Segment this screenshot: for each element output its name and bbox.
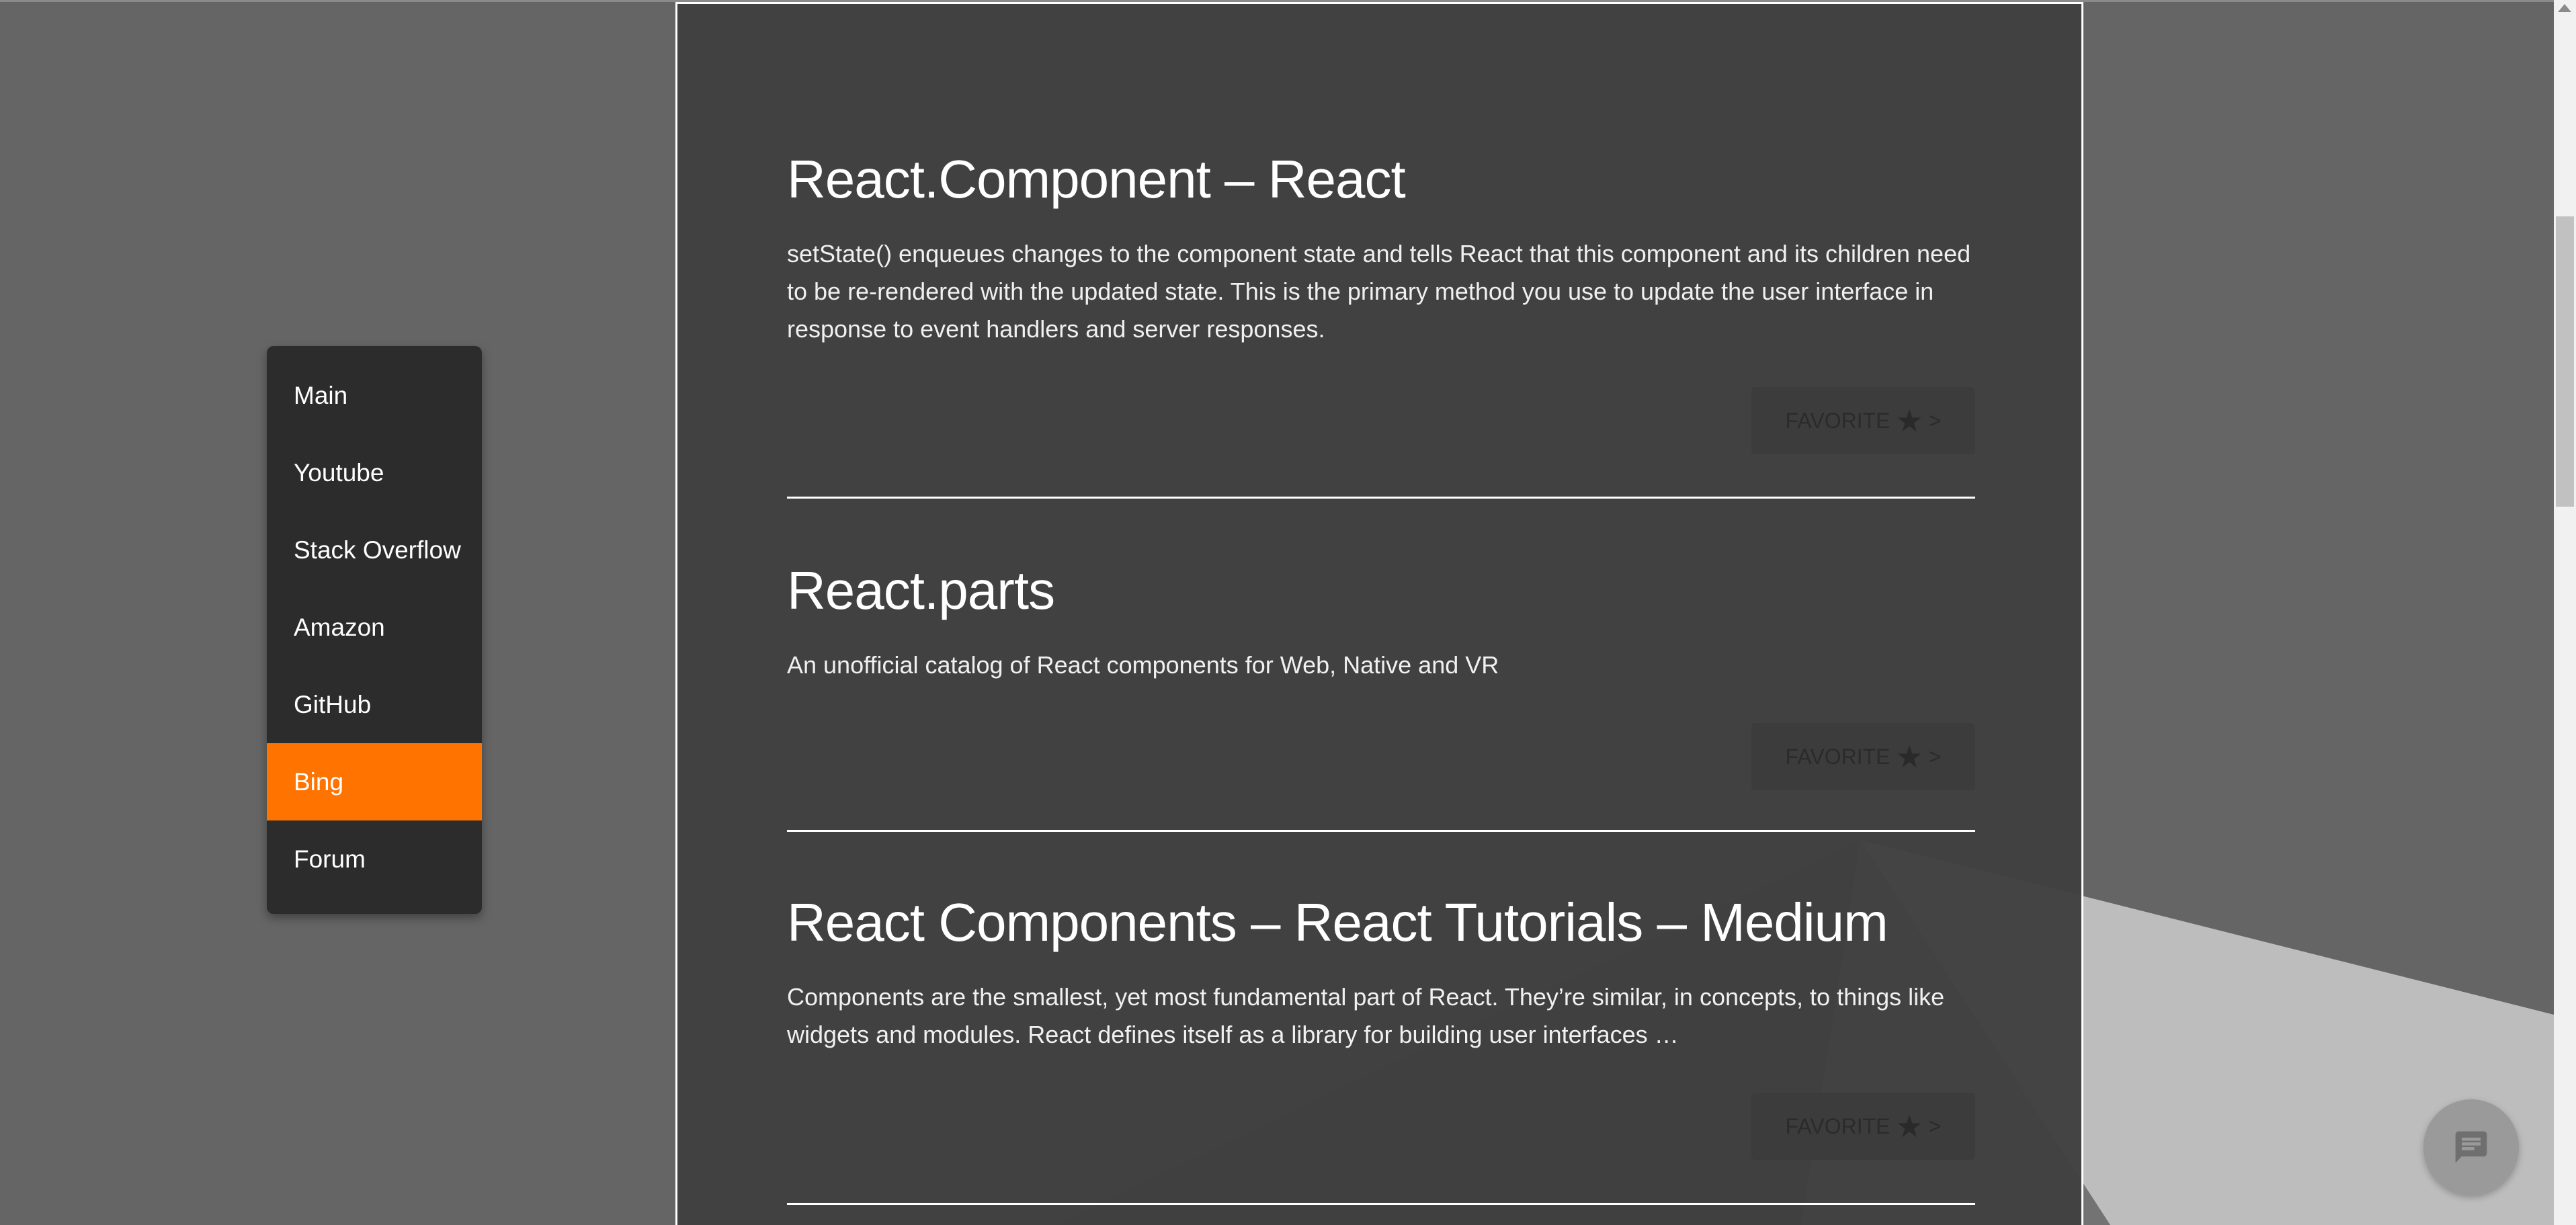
result-item: React.Component – React setState() enque…	[787, 4, 1975, 499]
favorite-button[interactable]: FAVORITE ★ >	[1751, 1093, 1975, 1160]
favorite-arrow: >	[1928, 1113, 1942, 1138]
result-title[interactable]: React.Component – React	[787, 149, 1975, 210]
scroll-up-arrow-icon[interactable]	[2558, 4, 2571, 12]
result-item: React Components – React Tutorials – Med…	[787, 832, 1975, 1205]
result-item: React.parts An unofficial catalog of Rea…	[787, 499, 1975, 832]
sidebar-item-forum[interactable]: Forum	[267, 820, 482, 898]
result-actions: FAVORITE ★ >	[787, 387, 1975, 454]
scrollbar-thumb[interactable]	[2556, 216, 2574, 507]
page: Main Youtube Stack Overflow Amazon GitHu…	[0, 0, 2576, 1225]
result-description: Components are the smallest, yet most fu…	[787, 983, 1945, 1048]
favorite-label: FAVORITE	[1785, 1113, 1891, 1138]
favorite-arrow: >	[1928, 408, 1942, 433]
favorite-button[interactable]: FAVORITE ★ >	[1751, 387, 1975, 454]
sidebar-item-amazon[interactable]: Amazon	[267, 589, 482, 666]
favorite-label: FAVORITE	[1785, 408, 1891, 433]
results-list: React.Component – React setState() enque…	[787, 4, 1975, 1205]
favorite-label: FAVORITE	[1785, 744, 1891, 769]
results-panel: React.Component – React setState() enque…	[675, 2, 2083, 1225]
result-title[interactable]: React.parts	[787, 560, 1975, 621]
result-title[interactable]: React Components – React Tutorials – Med…	[787, 892, 1975, 953]
sidebar-item-bing[interactable]: Bing	[267, 743, 482, 820]
chat-icon	[2455, 1131, 2487, 1163]
favorite-arrow: >	[1928, 744, 1942, 769]
chat-button[interactable]	[2423, 1099, 2519, 1195]
scrollbar[interactable]	[2554, 0, 2576, 1225]
star-icon: ★	[1895, 1109, 1923, 1144]
star-icon: ★	[1895, 739, 1923, 774]
result-description: An unofficial catalog of React component…	[787, 651, 1499, 679]
sidebar-item-stack-overflow[interactable]: Stack Overflow	[267, 511, 482, 589]
result-actions: FAVORITE ★ >	[787, 1093, 1975, 1160]
result-actions: FAVORITE ★ >	[787, 723, 1975, 790]
star-icon: ★	[1895, 403, 1923, 438]
sidebar-item-youtube[interactable]: Youtube	[267, 434, 482, 511]
sidebar-nav: Main Youtube Stack Overflow Amazon GitHu…	[267, 346, 482, 914]
sidebar-item-main[interactable]: Main	[267, 357, 482, 434]
favorite-button[interactable]: FAVORITE ★ >	[1751, 723, 1975, 790]
sidebar-item-github[interactable]: GitHub	[267, 666, 482, 743]
result-description: setState() enqueues changes to the compo…	[787, 240, 1971, 343]
